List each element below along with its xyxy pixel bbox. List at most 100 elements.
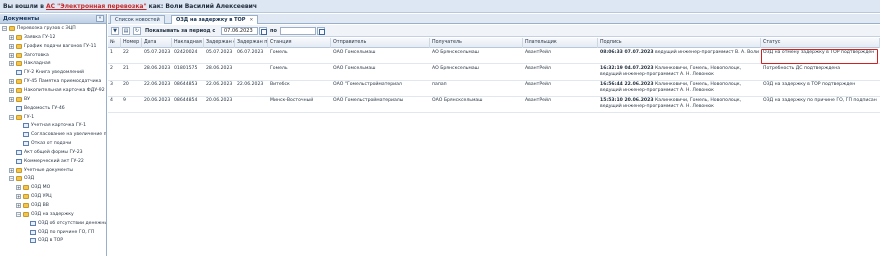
collapse-icon[interactable]: − <box>9 176 14 182</box>
table-row[interactable]: 3 20 22.06.2023 08644853 22.06.2023 22.06.202… <box>108 81 880 97</box>
tab-news-list[interactable]: Список новостей <box>110 15 165 24</box>
col-signature-header[interactable]: Подпись <box>598 38 761 48</box>
signature-time: 16:56:44 22.06.2023 <box>600 82 654 87</box>
refresh-icon[interactable]: ↻ <box>133 27 141 35</box>
col-doc-number-cell: 20 <box>123 82 129 87</box>
tree-item-label: Перевозка грузов с ЭЦП <box>17 26 76 31</box>
expand-icon[interactable]: + <box>9 96 14 102</box>
table-row[interactable]: 4 9 20.06.2023 08644854 20.06.2023 Минск-Вост… <box>108 97 880 113</box>
tree-item-label: ГУ-2 Книга уведомлений <box>24 70 85 76</box>
col-receiver-header[interactable]: Получатель <box>430 38 523 48</box>
filter-icon[interactable]: ▼ <box>111 27 119 35</box>
tree-item[interactable]: − ОЗД <box>0 175 106 183</box>
tree-item-label: Согласование на увеличение п <box>31 132 107 138</box>
expand-icon[interactable]: + <box>9 87 14 93</box>
col-date-cell: 28.06.2023 <box>144 66 171 71</box>
signature-time: 08:06:33 07.07.2023 <box>600 50 654 55</box>
document-icon <box>16 158 22 164</box>
col-delayed-to-header[interactable]: Задержан по <box>235 38 268 48</box>
tree-item[interactable]: − Перевозка грузов с ЭЦП <box>0 25 106 33</box>
expand-icon[interactable]: + <box>9 34 14 40</box>
collapse-icon[interactable]: − <box>16 211 21 217</box>
expand-icon[interactable]: + <box>9 52 14 58</box>
close-tab-icon[interactable]: ✕ <box>249 18 253 23</box>
col-delayed-to-cell: 22.06.2023 <box>237 82 264 87</box>
col-doc-number-cell: 9 <box>123 98 126 103</box>
collapse-sidebar-button[interactable]: « <box>96 15 104 22</box>
col-signature-cell: 08:06:33 07.07.2023 ведущий инженер-прог… <box>598 49 761 57</box>
tree-item[interactable]: Учетная карточка ГУ-1 <box>0 122 106 130</box>
col-status-header[interactable]: Статус <box>761 38 880 48</box>
tree-item[interactable]: + ОЗД ВВ <box>0 202 106 210</box>
tree-item[interactable]: ГУ-2 Книга уведомлений <box>0 69 106 77</box>
tree-item[interactable]: − ОЗД на задержку <box>0 211 106 219</box>
col-payer-cell: АвантРейл <box>525 66 551 71</box>
tree-item[interactable]: + ГУ-45 Памятка приемосдатчика <box>0 78 106 86</box>
tree-item[interactable]: − ГУ-1 <box>0 114 106 122</box>
col-doc-number-header[interactable]: Номер <box>121 38 142 48</box>
folder-icon <box>16 167 22 173</box>
tree-item[interactable]: Отказ от подачи <box>0 140 106 148</box>
collapse-icon[interactable]: − <box>2 26 7 31</box>
tree-item[interactable]: ОЗД об отсутствии денежны <box>0 220 106 228</box>
date-to-input[interactable] <box>280 27 316 35</box>
signature-time: 16:32:19 04.07.2023 <box>600 66 654 71</box>
expand-icon[interactable]: + <box>16 203 21 208</box>
tree-item[interactable]: + ВУ <box>0 96 106 104</box>
date-from-input[interactable]: 07.06.2023 <box>221 27 258 35</box>
expand-icon[interactable]: + <box>9 167 14 173</box>
tree-item[interactable]: ОЗД по причине ГО, ГП <box>0 229 106 237</box>
system-name-link[interactable]: АС "Электронная перевозка" <box>46 3 147 10</box>
col-station-cell: Гомель <box>270 66 288 71</box>
expand-icon[interactable]: + <box>9 43 14 49</box>
col-sender-cell: ОАО Гомсельмаш <box>333 66 376 71</box>
period-label: Показывать за период с <box>145 28 216 34</box>
tree-item[interactable]: Коммерческий акт ГУ-22 <box>0 158 106 166</box>
col-number-header[interactable]: № <box>108 38 121 48</box>
col-station-cell: Гомель <box>270 50 288 55</box>
date-from-calendar-icon[interactable] <box>259 27 267 35</box>
folder-icon <box>23 211 29 217</box>
folder-icon <box>16 176 22 182</box>
tab-strip: Список новостей ОЗД на задержку в ТОР ✕ <box>108 14 880 24</box>
expand-icon[interactable]: + <box>9 61 14 67</box>
tree-item-label: ОЗД по причине ГО, ГП <box>38 229 95 235</box>
tree-item[interactable]: + Накладная <box>0 60 106 68</box>
tree-item-label: ОЗД <box>24 176 35 182</box>
date-to-calendar-icon[interactable] <box>317 27 325 35</box>
col-waybill-header[interactable]: Накладная <box>172 38 204 48</box>
export-icon[interactable]: ▤ <box>122 27 130 35</box>
col-payer-header[interactable]: Плательщик <box>523 38 598 48</box>
tree-item[interactable]: ОЗД в ТОР <box>0 237 106 245</box>
tree-item[interactable]: + ОЗД УРЦ <box>0 193 106 201</box>
expand-icon[interactable]: + <box>9 79 14 85</box>
col-receiver-cell: АО Брянсксельмаш <box>432 50 479 55</box>
collapse-icon[interactable]: − <box>9 114 14 120</box>
tree-item[interactable]: Акт общей формы ГУ-23 <box>0 149 106 157</box>
grid-toolbar: ▼ ▤ ↻ Показывать за период с 07.06.2023 … <box>108 25 880 37</box>
tree-item[interactable]: + Заявка ГУ-12 <box>0 34 106 42</box>
tab-ozd-delay-tor[interactable]: ОЗД на задержку в ТОР ✕ <box>171 15 259 24</box>
col-date-cell: 05.07.2023 <box>144 50 171 55</box>
tree-item[interactable]: + Накопительная карточка ФДУ-92 <box>0 87 106 95</box>
tree-item-label: Накопительная карточка ФДУ-92 <box>24 87 105 93</box>
expand-icon[interactable]: + <box>16 185 21 191</box>
col-delayed-from-header[interactable]: Задержан с <box>204 38 235 48</box>
tree-item[interactable]: + Заготовка <box>0 52 106 60</box>
expand-icon[interactable]: + <box>16 194 21 200</box>
tree-item[interactable]: + График подачи вагонов ГУ-11 <box>0 43 106 51</box>
col-station-header[interactable]: Станция <box>268 38 331 48</box>
tree-item[interactable]: + Учетные документы <box>0 167 106 175</box>
table-row[interactable]: 2 21 28.06.2023 01801575 28.06.2023 Гомель ОАО… <box>108 65 880 81</box>
tree-item[interactable]: Согласование на увеличение п <box>0 131 106 139</box>
col-date-header[interactable]: Дата <box>142 38 172 48</box>
col-sender-header[interactable]: Отправитель <box>331 38 430 48</box>
col-signature-cell: 16:56:44 22.06.2023 Калинковичи, Гомель,… <box>598 81 761 95</box>
col-number-cell: 1 <box>110 50 113 55</box>
login-user: как: Воли Василий Алексеевич <box>148 3 258 10</box>
folder-icon <box>9 26 15 31</box>
tree-item[interactable]: Ведомость ГУ-46 <box>0 105 106 113</box>
tree-item[interactable]: + ОЗД МО <box>0 184 106 192</box>
col-status-cell: ОЗД на задержку по причине ГО, ГП подпис… <box>763 98 877 103</box>
col-waybill-cell: 01801575 <box>174 66 198 71</box>
